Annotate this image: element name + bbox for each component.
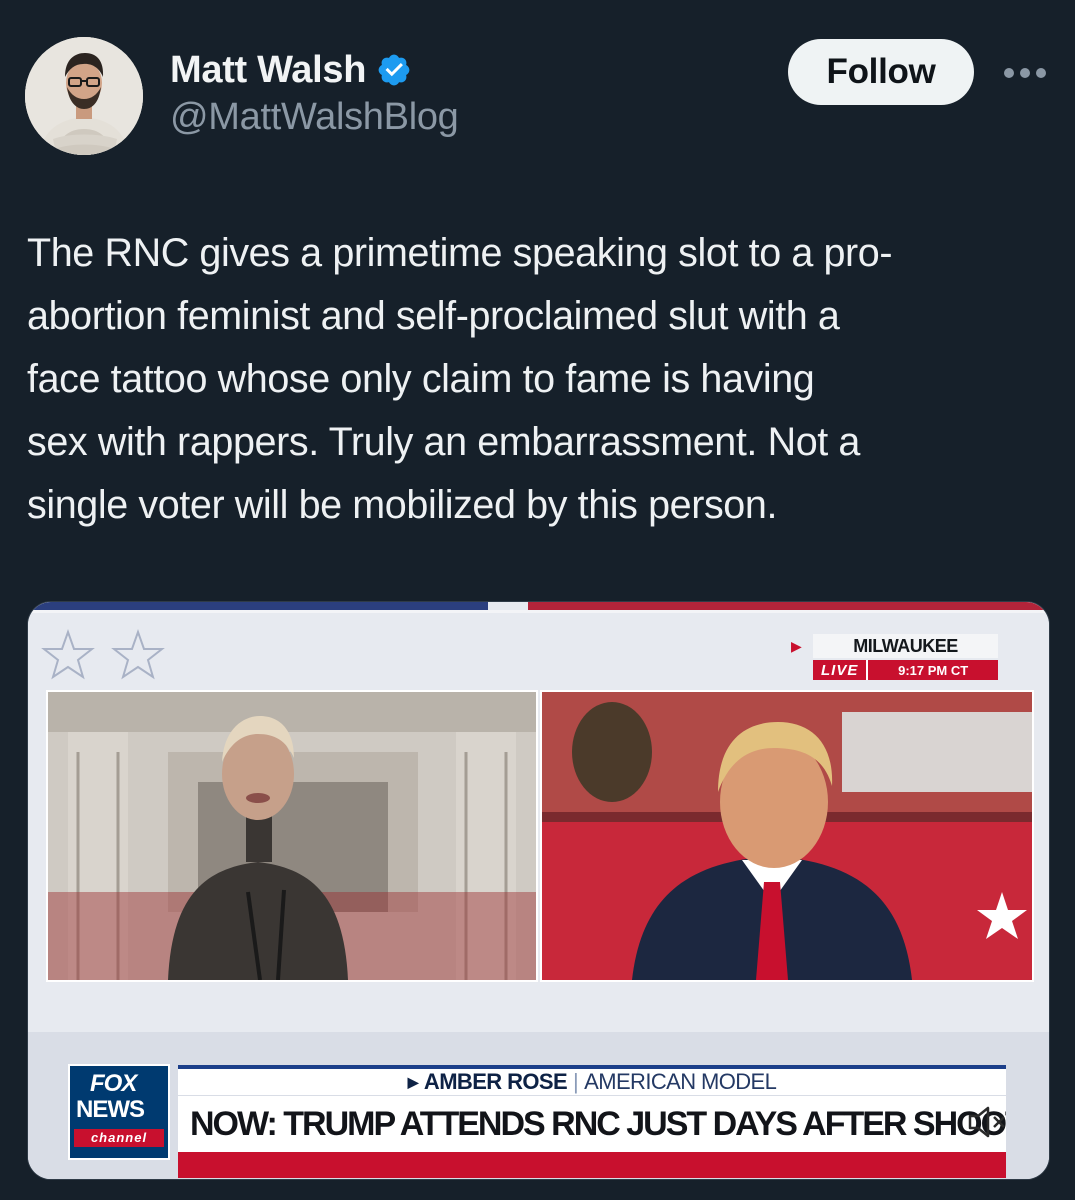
live-time: 9:17 PM CT bbox=[868, 660, 998, 680]
live-location: MILWAUKEE bbox=[813, 634, 998, 658]
live-label: LIVE bbox=[813, 660, 867, 680]
logo-line-fox: FOX bbox=[90, 1070, 137, 1097]
user-avatar-image bbox=[25, 37, 143, 155]
separator: | bbox=[573, 1069, 579, 1094]
play-arrow-icon: ▶ bbox=[791, 638, 802, 654]
mute-button[interactable] bbox=[958, 1092, 1018, 1152]
logo-line-news: NEWS bbox=[76, 1096, 145, 1123]
fox-news-logo: FOX NEWS channel bbox=[68, 1064, 170, 1160]
tweet-card: Matt Walsh @MattWalshBlog Follow The RNC… bbox=[0, 0, 1075, 1200]
follow-button[interactable]: Follow bbox=[788, 39, 974, 105]
video-player[interactable]: ▶ MILWAUKEE LIVE 9:17 PM CT FOX NEWS cha… bbox=[27, 601, 1050, 1180]
tweet-text: The RNC gives a primetime speaking slot … bbox=[27, 231, 893, 527]
verified-badge-icon[interactable] bbox=[376, 52, 412, 88]
lower-third-red-strip bbox=[178, 1152, 1006, 1178]
audience-video-panel bbox=[540, 690, 1034, 982]
author-block: Matt Walsh @MattWalshBlog bbox=[170, 46, 459, 139]
logo-line-channel: channel bbox=[74, 1129, 164, 1147]
play-arrow-small-icon: ▶ bbox=[407, 1073, 419, 1090]
live-tag: LIVE 9:17 PM CT bbox=[813, 660, 998, 680]
user-handle[interactable]: @MattWalshBlog bbox=[170, 96, 459, 139]
more-horizontal-icon bbox=[1004, 68, 1046, 78]
lower-third-name-bar: ▶ AMBER ROSE | AMERICAN MODEL bbox=[178, 1065, 1006, 1095]
display-name[interactable]: Matt Walsh bbox=[170, 49, 366, 92]
headline-ticker: NOW: TRUMP ATTENDS RNC JUST DAYS AFTER S… bbox=[178, 1096, 1006, 1152]
more-options-button[interactable] bbox=[1001, 55, 1049, 91]
lower-third-name: AMBER ROSE bbox=[423, 1069, 568, 1094]
lower-third-role: AMERICAN MODEL bbox=[584, 1069, 777, 1094]
avatar[interactable] bbox=[25, 37, 143, 155]
speaker-video-panel bbox=[46, 690, 538, 982]
display-name-row: Matt Walsh bbox=[170, 46, 459, 94]
live-indicator: ▶ MILWAUKEE LIVE 9:17 PM CT bbox=[783, 632, 998, 684]
muted-speaker-icon bbox=[968, 1106, 1005, 1138]
